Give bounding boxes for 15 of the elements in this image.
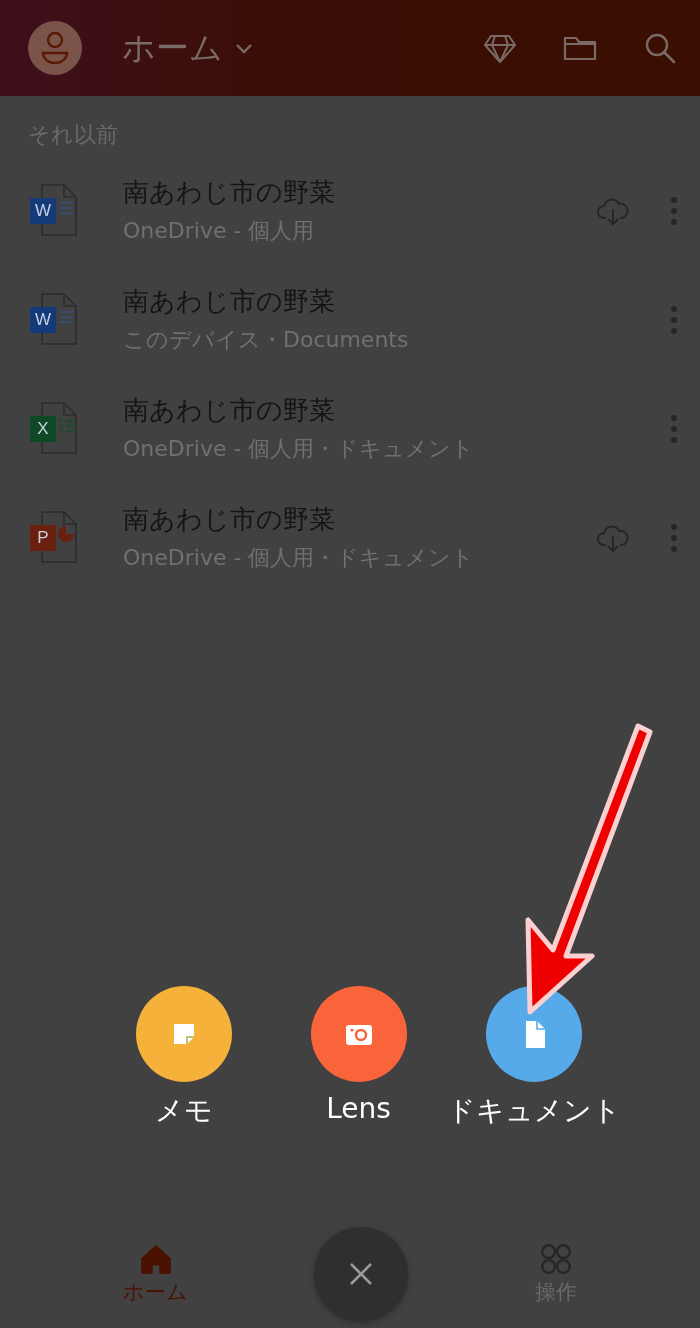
more-options-icon[interactable] xyxy=(670,195,678,226)
close-icon xyxy=(348,1261,375,1287)
avatar-icon[interactable] xyxy=(28,21,82,75)
create-option-label: ドキュメント xyxy=(446,1093,621,1129)
four-circles-icon xyxy=(538,1242,573,1276)
home-icon xyxy=(138,1242,173,1276)
more-options-icon[interactable] xyxy=(670,413,678,444)
app-letter: W xyxy=(33,308,52,331)
create-option-label: メモ xyxy=(154,1093,213,1129)
app-letter: W xyxy=(33,199,52,222)
app-letter: P xyxy=(36,526,50,549)
app-letter: X xyxy=(36,417,50,440)
more-options-icon[interactable] xyxy=(670,304,678,335)
create-option-label: Lens xyxy=(326,1092,391,1125)
more-options-icon[interactable] xyxy=(670,522,678,553)
